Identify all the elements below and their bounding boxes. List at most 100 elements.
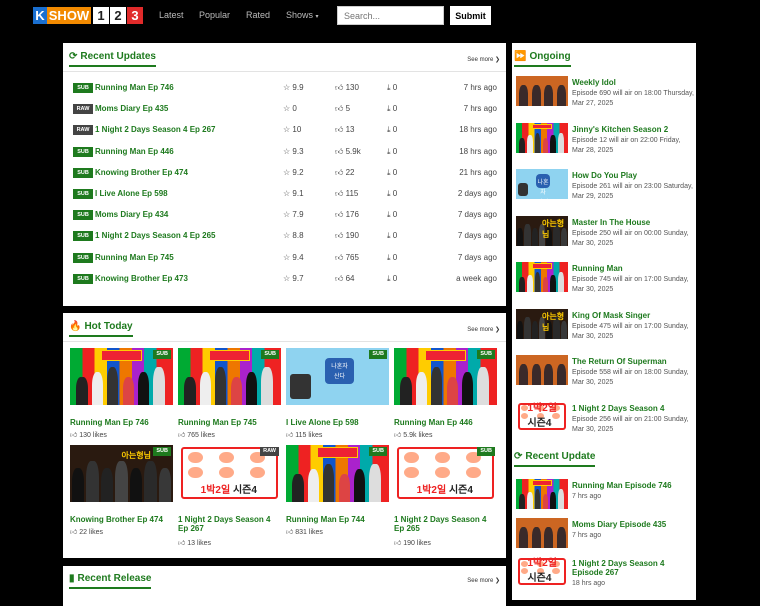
recent-update-title-link[interactable]: 1 Night 2 Days Season 4 Episode 267 (572, 559, 694, 577)
ongoing-title-link[interactable]: Jinny's Kitchen Season 2 (572, 125, 694, 134)
ongoing-thumbnail[interactable]: 아는형님 (516, 215, 568, 246)
hot-card[interactable]: 1박2일 시즌4 RAW 1 Night 2 Days Season 4 Ep 26… (178, 445, 281, 547)
ongoing-thumbnail[interactable] (516, 122, 568, 153)
thumbs-up-icon: 👍︎ (70, 529, 80, 536)
update-row[interactable]: SUB Running Man Ep 446 ☆ 9.3 👍︎ 5.9k ⤓ 0 18 h… (73, 145, 497, 159)
hot-title-link[interactable]: Running Man Ep 446 (394, 418, 497, 427)
divider (63, 341, 506, 342)
ongoing-thumbnail[interactable]: 아는형님 (516, 308, 568, 339)
update-row[interactable]: SUB I Live Alone Ep 598 ☆ 9.1 👍︎ 115 ⤓ 0 2 da… (73, 187, 497, 201)
ongoing-item[interactable]: 1박2일 시즌4 1 Night 2 Days Season 4 Episode 2… (516, 401, 694, 444)
thumbs-up-icon: 👍︎ (335, 210, 346, 220)
ongoing-title-link[interactable]: The Return Of Superman (572, 357, 694, 366)
ongoing-thumbnail[interactable] (516, 355, 568, 385)
cast-figure (107, 367, 119, 405)
hot-thumbnail[interactable]: 아는형님 SUB (70, 445, 173, 502)
ongoing-thumbnail[interactable]: 나혼자산다 (516, 169, 568, 199)
downloads-value: 0 (392, 231, 398, 241)
ongoing-schedule: Episode 558 will air on 18:00 Sunday, Ma… (572, 369, 689, 386)
update-title-link[interactable]: Moms Diary Ep 435 (95, 104, 168, 113)
update-row[interactable]: RAW Moms Diary Ep 435 ☆ 0 👍︎ 5 ⤓ 0 7 hrs ago (73, 102, 497, 116)
hot-card[interactable]: 1박2일 시즌4 SUB 1 Night 2 Days Season 4 Ep 26… (394, 445, 497, 547)
hot-title-link[interactable]: Running Man Ep 746 (70, 418, 173, 427)
hot-card[interactable]: 나혼자 산다 SUB I Live Alone Ep 598 👍︎ 115 likes (286, 348, 389, 439)
update-row[interactable]: RAW 1 Night 2 Days Season 4 Ep 267 ☆ 10 👍︎ … (73, 123, 497, 137)
ongoing-title-link[interactable]: Weekly Idol (572, 78, 694, 87)
update-title-link[interactable]: Moms Diary Ep 434 (95, 210, 168, 219)
update-title-link[interactable]: Knowing Brother Ep 474 (95, 168, 188, 177)
update-row[interactable]: SUB Running Man Ep 746 ☆ 9.9 👍︎ 130 ⤓ 0 7 hrs… (73, 81, 497, 95)
rating-cell: ☆ 9.4 (283, 253, 304, 262)
hot-thumbnail[interactable]: 나혼자 산다 SUB (286, 348, 389, 405)
site-logo[interactable]: K SHOW 1 2 3 (33, 7, 143, 24)
ongoing-item[interactable]: 아는형님 King Of Mask Singer Episode 475 will … (516, 308, 694, 351)
hot-today-see-more[interactable]: See more ❯ (467, 326, 500, 333)
update-title-link[interactable]: Running Man Ep 745 (95, 253, 174, 262)
ongoing-item[interactable]: Running Man Episode 745 will air on 17:00… (516, 262, 694, 304)
hot-thumbnail[interactable]: SUB (70, 348, 173, 405)
recent-update-item[interactable]: Running Man Episode 746 7 hrs ago (516, 479, 694, 521)
update-title-link[interactable]: Knowing Brother Ep 473 (95, 274, 188, 283)
ongoing-item[interactable]: The Return Of Superman Episode 558 will a… (516, 355, 694, 397)
nav-rated[interactable]: Rated (246, 10, 270, 20)
show-logo: 1박2일 시즌4 (417, 481, 473, 496)
search-submit-button[interactable]: Submit (450, 6, 491, 25)
recent-updates-see-more[interactable]: See more ❯ (467, 56, 500, 63)
hot-title-link[interactable]: Running Man Ep 745 (178, 418, 281, 427)
update-row[interactable]: SUB Running Man Ep 745 ☆ 9.4 👍︎ 765 ⤓ 0 7 day… (73, 251, 497, 265)
hot-thumbnail[interactable]: 1박2일 시즌4 SUB (394, 445, 497, 502)
nav-popular[interactable]: Popular (199, 10, 230, 20)
ongoing-title-link[interactable]: How Do You Play (572, 171, 694, 180)
ongoing-title-link[interactable]: Running Man (572, 264, 694, 273)
hot-card[interactable]: SUB Running Man Ep 746 👍︎ 130 likes (70, 348, 173, 439)
update-row[interactable]: SUB Knowing Brother Ep 474 ☆ 9.2 👍︎ 22 ⤓ 0 21… (73, 166, 497, 180)
search-input[interactable] (337, 6, 444, 25)
update-row[interactable]: SUB Knowing Brother Ep 473 ☆ 9.7 👍︎ 64 ⤓ 0 a … (73, 272, 497, 286)
recent-update-title-link[interactable]: Running Man Episode 746 (572, 481, 694, 490)
update-row[interactable]: SUB Moms Diary Ep 434 ☆ 7.9 👍︎ 176 ⤓ 0 7 days… (73, 208, 497, 222)
hot-title-link[interactable]: Running Man Ep 744 (286, 515, 389, 524)
update-title-link[interactable]: 1 Night 2 Days Season 4 Ep 267 (95, 125, 216, 134)
update-title-link[interactable]: Running Man Ep 746 (95, 83, 174, 92)
show-logo: 1박2일 시즌4 (527, 402, 568, 429)
thumbs-up-icon: 👍︎ (286, 432, 296, 439)
hot-thumbnail[interactable]: SUB (394, 348, 497, 405)
recent-update-title-link[interactable]: Moms Diary Episode 435 (572, 520, 694, 529)
update-title-link[interactable]: I Live Alone Ep 598 (95, 189, 168, 198)
ongoing-title-link[interactable]: King Of Mask Singer (572, 311, 694, 320)
update-row[interactable]: SUB 1 Night 2 Days Season 4 Ep 265 ☆ 8.8 👍︎… (73, 229, 497, 243)
rating-cell: ☆ 7.9 (283, 210, 304, 219)
hot-card[interactable]: SUB Running Man Ep 745 👍︎ 765 likes (178, 348, 281, 439)
hot-card[interactable]: 아는형님 SUB Knowing Brother Ep 474 👍︎ 22 likes (70, 445, 173, 536)
hot-thumbnail[interactable]: 1박2일 시즌4 RAW (178, 445, 281, 502)
recent-update-thumbnail[interactable] (516, 479, 568, 509)
cast-figure (556, 85, 566, 106)
recent-update-thumbnail[interactable] (516, 518, 568, 548)
nav-shows[interactable]: Shows ▾ (286, 10, 319, 20)
ongoing-title-link[interactable]: Master In The House (572, 218, 694, 227)
ongoing-title-link[interactable]: 1 Night 2 Days Season 4 (572, 404, 694, 413)
ongoing-item[interactable]: 아는형님 Master In The House Episode 250 will … (516, 215, 694, 258)
recent-update-thumbnail[interactable]: 1박2일 시즌4 (516, 557, 568, 587)
hot-title-link[interactable]: Knowing Brother Ep 474 (70, 515, 173, 524)
ongoing-item[interactable]: 나혼자산다 How Do You Play Episode 261 will air… (516, 169, 694, 211)
ongoing-item[interactable]: Weekly Idol Episode 690 will air on 18:00… (516, 76, 694, 118)
hot-card[interactable]: SUB Running Man Ep 744 👍︎ 831 likes (286, 445, 389, 536)
recent-update-item[interactable]: Moms Diary Episode 435 7 hrs ago (516, 518, 694, 560)
hot-title-link[interactable]: I Live Alone Ep 598 (286, 418, 389, 427)
ongoing-thumbnail[interactable]: 1박2일 시즌4 (516, 401, 568, 432)
hot-card[interactable]: SUB Running Man Ep 446 👍︎ 5.9k likes (394, 348, 497, 439)
ongoing-thumbnail[interactable] (516, 262, 568, 292)
ongoing-item[interactable]: Jinny's Kitchen Season 2 Episode 12 will … (516, 122, 694, 165)
ongoing-thumbnail[interactable] (516, 76, 568, 106)
hot-thumbnail[interactable]: SUB (178, 348, 281, 405)
hot-title-link[interactable]: 1 Night 2 Days Season 4 Ep 267 (178, 515, 281, 533)
update-title-link[interactable]: 1 Night 2 Days Season 4 Ep 265 (95, 231, 216, 240)
recent-release-see-more[interactable]: See more ❯ (467, 577, 500, 584)
hot-title-link[interactable]: 1 Night 2 Days Season 4 Ep 265 (394, 515, 497, 533)
cast-figure (323, 464, 335, 502)
recent-update-item[interactable]: 1박2일 시즌4 1 Night 2 Days Season 4 Episode … (516, 557, 694, 599)
hot-thumbnail[interactable]: SUB (286, 445, 389, 502)
update-title-link[interactable]: Running Man Ep 446 (95, 147, 174, 156)
nav-latest[interactable]: Latest (159, 10, 184, 20)
